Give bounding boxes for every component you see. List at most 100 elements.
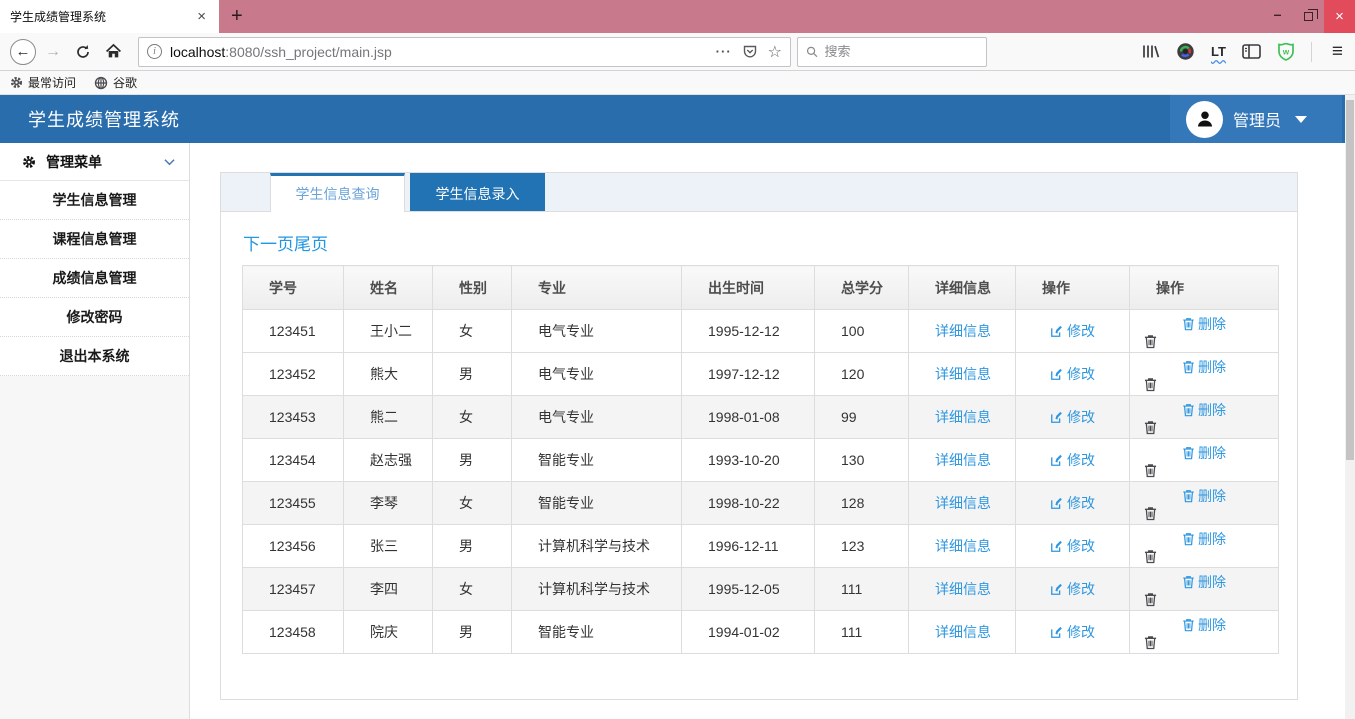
delete-link[interactable]: 删除 <box>1182 400 1226 420</box>
detail-link[interactable]: 详细信息 <box>935 536 991 556</box>
detail-link[interactable]: 详细信息 <box>935 493 991 513</box>
bookmark-google[interactable]: 谷歌 <box>94 74 137 91</box>
url-text[interactable]: localhost:8080/ssh_project/main.jsp <box>170 44 716 60</box>
edit-link[interactable]: 修改 <box>1050 450 1095 470</box>
sidebar-item-course-info[interactable]: 课程信息管理 <box>0 220 189 259</box>
edit-link[interactable]: 修改 <box>1050 579 1095 599</box>
content-panel: 学生信息查询 学生信息录入 下一页尾页 学号 姓名 <box>220 172 1298 700</box>
edit-link[interactable]: 修改 <box>1050 536 1095 556</box>
detail-cell: 详细信息 <box>909 439 1016 482</box>
search-input[interactable] <box>825 44 979 59</box>
trash-icon[interactable] <box>1144 506 1157 521</box>
bookmark-star-icon[interactable]: ☆ <box>768 42 782 62</box>
sidebar-toggle-icon[interactable] <box>1242 43 1261 60</box>
credits-cell: 111 <box>815 568 909 611</box>
home-button[interactable] <box>98 37 128 67</box>
edit-link[interactable]: 修改 <box>1050 364 1095 384</box>
gear-icon <box>22 155 36 169</box>
detail-link[interactable]: 详细信息 <box>935 622 991 642</box>
library-icon[interactable] <box>1142 43 1160 60</box>
new-tab-button[interactable]: + <box>219 0 255 33</box>
trash-icon[interactable] <box>1144 420 1157 435</box>
delete-link[interactable]: 删除 <box>1182 486 1226 506</box>
name-cell: 张三 <box>344 525 433 568</box>
user-menu[interactable]: 管理员 <box>1170 95 1342 143</box>
next-page-link[interactable]: 下一页 <box>243 235 294 254</box>
birthdate-cell: 1993-10-20 <box>682 439 815 482</box>
trash-icon[interactable] <box>1144 463 1157 478</box>
delete-link[interactable]: 删除 <box>1182 314 1226 334</box>
gear-icon <box>10 76 23 89</box>
edit-link[interactable]: 修改 <box>1050 407 1095 427</box>
url-host: localhost <box>170 44 225 60</box>
sidebar-item-student-info[interactable]: 学生信息管理 <box>0 181 189 220</box>
edit-icon <box>1050 453 1064 467</box>
delete-icon <box>1182 618 1195 632</box>
trash-icon[interactable] <box>1144 334 1157 349</box>
reload-icon <box>75 44 91 60</box>
table-row: 123456 张三 男 计算机科学与技术 1996-12-11 123 详细信息… <box>243 525 1279 568</box>
window-restore-button[interactable] <box>1293 0 1324 33</box>
trash-icon[interactable] <box>1144 592 1157 607</box>
delete-link[interactable]: 删除 <box>1182 615 1226 635</box>
gender-cell: 女 <box>433 396 512 439</box>
detail-cell: 详细信息 <box>909 310 1016 353</box>
sidebar-menu-header[interactable]: 管理菜单 <box>0 143 189 181</box>
delete-link[interactable]: 删除 <box>1182 357 1226 377</box>
edit-icon <box>1050 410 1064 424</box>
detail-link[interactable]: 详细信息 <box>935 364 991 384</box>
sidebar-item-logout[interactable]: 退出本系统 <box>0 337 189 376</box>
tab-student-entry[interactable]: 学生信息录入 <box>410 173 545 211</box>
edit-icon <box>1050 367 1064 381</box>
reload-button[interactable] <box>68 37 98 67</box>
tab-close-icon[interactable]: × <box>192 7 211 26</box>
bookmark-most-visited[interactable]: 最常访问 <box>10 74 76 91</box>
window-close-button[interactable]: × <box>1324 0 1355 33</box>
students-table: 学号 姓名 性别 专业 出生时间 总学分 详细信息 操作 操作 123451 王… <box>242 265 1279 654</box>
pocket-icon[interactable] <box>742 44 758 60</box>
page-scrollbar[interactable] <box>1345 95 1355 719</box>
name-cell: 院庆 <box>344 611 433 654</box>
edit-link[interactable]: 修改 <box>1050 321 1095 341</box>
forward-button[interactable]: → <box>38 37 68 67</box>
menu-hamburger-icon[interactable]: ≡ <box>1328 41 1347 63</box>
trash-icon[interactable] <box>1144 377 1157 392</box>
window-minimize-button[interactable]: – <box>1262 0 1293 33</box>
delete-link[interactable]: 删除 <box>1182 572 1226 592</box>
gender-cell: 女 <box>433 310 512 353</box>
url-bar[interactable]: i localhost:8080/ssh_project/main.jsp ··… <box>138 37 791 67</box>
detail-link[interactable]: 详细信息 <box>935 579 991 599</box>
table-row: 123452 熊大 男 电气专业 1997-12-12 120 详细信息 修改 … <box>243 353 1279 396</box>
shield-extension-icon[interactable]: w <box>1277 42 1295 61</box>
sidebar-item-grade-info[interactable]: 成绩信息管理 <box>0 259 189 298</box>
detail-link[interactable]: 详细信息 <box>935 321 991 341</box>
lens-extension-icon[interactable] <box>1176 42 1195 61</box>
bookmarks-bar: 最常访问 谷歌 <box>0 71 1355 95</box>
gender-cell: 女 <box>433 568 512 611</box>
search-box[interactable] <box>797 37 987 67</box>
tab-student-query[interactable]: 学生信息查询 <box>270 173 405 212</box>
page-actions-icon[interactable]: ··· <box>716 44 732 59</box>
trash-icon[interactable] <box>1144 549 1157 564</box>
back-button[interactable]: ← <box>8 37 38 67</box>
app-header: 学生成绩管理系统 管理员 <box>0 95 1355 143</box>
col-actions-edit: 操作 <box>1016 266 1130 310</box>
delete-link[interactable]: 删除 <box>1182 443 1226 463</box>
browser-tab[interactable]: 学生成绩管理系统 × <box>0 0 219 33</box>
pagination: 下一页尾页 <box>243 230 1276 255</box>
site-info-icon[interactable]: i <box>147 44 162 59</box>
detail-link[interactable]: 详细信息 <box>935 450 991 470</box>
credits-cell: 130 <box>815 439 909 482</box>
trash-icon[interactable] <box>1144 635 1157 650</box>
edit-link[interactable]: 修改 <box>1050 493 1095 513</box>
last-page-link[interactable]: 尾页 <box>294 235 328 254</box>
delete-link[interactable]: 删除 <box>1182 529 1226 549</box>
edit-link[interactable]: 修改 <box>1050 622 1095 642</box>
languagetool-icon[interactable]: LT <box>1211 44 1226 59</box>
detail-link[interactable]: 详细信息 <box>935 407 991 427</box>
sidebar-item-change-password[interactable]: 修改密码 <box>0 298 189 337</box>
col-detail: 详细信息 <box>909 266 1016 310</box>
birthdate-cell: 1995-12-05 <box>682 568 815 611</box>
edit-cell: 修改 <box>1016 568 1130 611</box>
scrollbar-thumb[interactable] <box>1346 100 1354 460</box>
